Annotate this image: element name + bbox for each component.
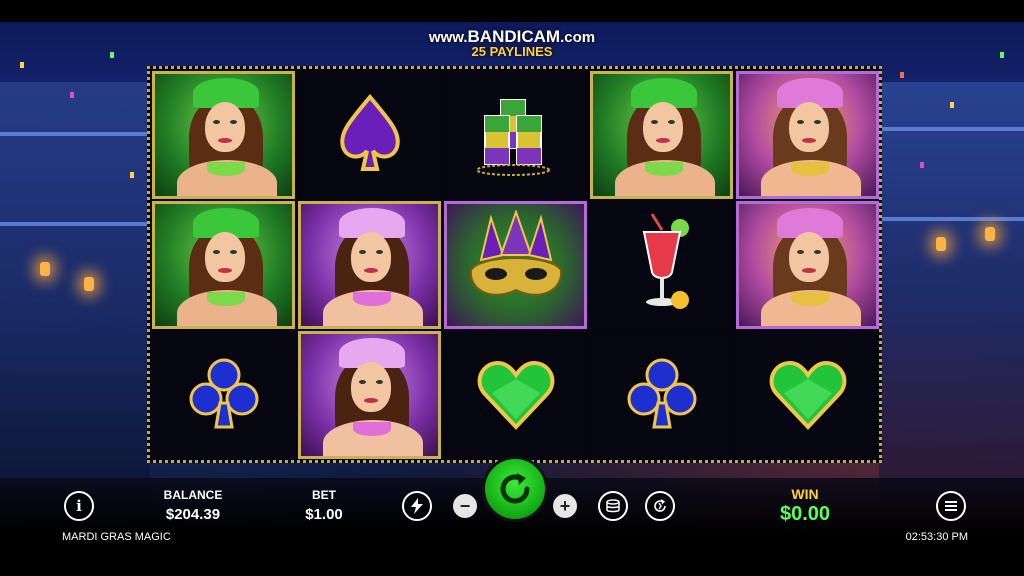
screen-bottom-bar — [0, 544, 1024, 576]
spin-arrow-icon — [500, 473, 530, 504]
red-cocktail-icon — [642, 213, 689, 309]
orange-dancer-icon — [739, 204, 876, 326]
bet-value: $1.00 — [305, 506, 343, 523]
coin-stack-icon — [606, 499, 620, 513]
symbol-orange-dancer — [736, 71, 879, 199]
win-value: $0.00 — [779, 503, 831, 525]
spin-button[interactable] — [482, 456, 548, 522]
balcony-rail — [879, 127, 1024, 131]
street-lamp — [40, 262, 50, 276]
hamburger-menu-icon — [945, 501, 957, 511]
symbol-shot-glasses — [444, 71, 587, 199]
plus-icon: + — [559, 496, 571, 516]
balance-label: BALANCE — [163, 488, 223, 502]
info-button[interactable]: i — [64, 491, 94, 521]
info-icon: i — [76, 497, 82, 515]
symbol-green-dancer — [152, 201, 295, 329]
confetti — [70, 92, 74, 98]
coins-button[interactable] — [598, 491, 628, 521]
shot-glasses-icon — [475, 99, 550, 176]
purple-spade-icon — [339, 93, 400, 171]
autoplay-icon — [654, 499, 666, 512]
symbol-mardi-gras-mask — [444, 201, 587, 329]
bet-label: BET — [312, 488, 336, 502]
balance-value: $204.39 — [165, 506, 221, 523]
autoplay-button[interactable] — [645, 491, 675, 521]
blue-club-icon — [627, 358, 696, 429]
green-dancer-icon — [593, 74, 730, 196]
reel-grid — [147, 66, 882, 463]
symbol-purple-dancer — [298, 331, 441, 459]
balcony-rail — [879, 217, 1024, 221]
confetti — [130, 172, 134, 178]
turbo-button[interactable] — [402, 491, 432, 521]
green-dancer-icon — [155, 204, 292, 326]
street-lamp — [936, 237, 946, 251]
symbol-blue-club — [590, 331, 733, 459]
right-building — [879, 82, 1024, 502]
minus-icon: − — [459, 496, 471, 516]
confetti — [950, 102, 954, 108]
orange-dancer-icon — [739, 74, 876, 196]
symbol-green-dancer — [590, 71, 733, 199]
balcony-rail — [0, 132, 150, 136]
confetti — [920, 162, 924, 168]
game-title: MARDI GRAS MAGIC — [62, 531, 171, 543]
menu-button[interactable] — [936, 491, 966, 521]
paylines-label: 25 PAYLINES — [471, 44, 553, 59]
balcony-rail — [0, 222, 150, 226]
decrease-bet-button[interactable]: − — [453, 494, 477, 518]
lightning-icon — [411, 498, 423, 514]
green-heart-icon — [769, 360, 846, 430]
symbol-green-heart — [736, 331, 879, 459]
left-building — [0, 82, 150, 502]
street-lamp — [985, 227, 995, 241]
symbol-green-dancer — [152, 71, 295, 199]
symbol-green-heart — [444, 331, 587, 459]
win-label: WIN — [791, 486, 819, 502]
screen-top-bar — [0, 0, 1024, 22]
symbol-purple-spade — [298, 71, 441, 199]
symbol-orange-dancer — [736, 201, 879, 329]
symbol-purple-dancer — [298, 201, 441, 329]
symbol-blue-club — [152, 331, 295, 459]
green-heart-icon — [477, 360, 554, 430]
mardi-gras-mask-icon — [469, 210, 562, 296]
increase-bet-button[interactable]: + — [553, 494, 577, 518]
confetti — [20, 62, 24, 68]
symbol-red-cocktail — [590, 201, 733, 329]
purple-dancer-icon — [301, 334, 438, 456]
purple-dancer-icon — [301, 204, 438, 326]
green-dancer-icon — [155, 74, 292, 196]
blue-club-icon — [189, 358, 258, 429]
clock: 02:53:30 PM — [905, 531, 968, 543]
confetti — [900, 72, 904, 78]
street-lamp — [84, 277, 94, 291]
